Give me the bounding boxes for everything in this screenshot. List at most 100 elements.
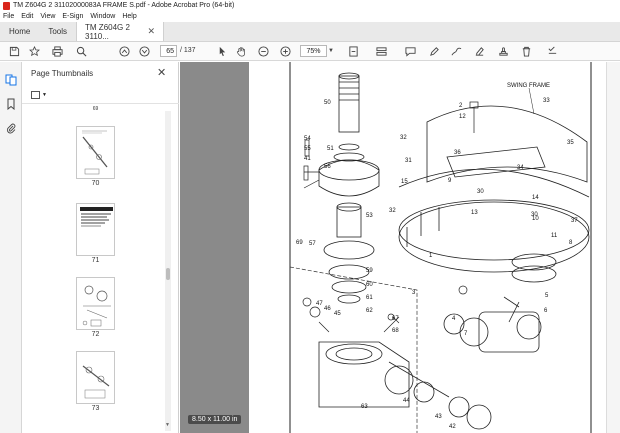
callout: 33 — [543, 98, 550, 104]
document-scrollbar[interactable] — [606, 62, 620, 433]
scroll-mode-icon[interactable] — [375, 45, 388, 58]
menu-help[interactable]: Help — [122, 13, 136, 20]
callout: 61 — [366, 295, 373, 301]
callout: 34 — [517, 165, 524, 171]
callout: 7 — [464, 331, 468, 337]
callout: 42 — [449, 424, 456, 430]
menu-file[interactable]: File — [3, 13, 14, 20]
callout: 44 — [403, 398, 410, 404]
tab-bar: Home Tools TM Z604G 2 3110... ✕ — [0, 22, 620, 42]
bookmark-star-icon[interactable] — [28, 45, 41, 58]
callout: 56 — [324, 164, 331, 170]
callout: 57 — [309, 241, 316, 247]
callout: 69 — [296, 240, 303, 246]
callout: 14 — [532, 195, 539, 201]
thumbnail-label-73: 73 — [91, 405, 100, 412]
left-navigation-rail — [0, 62, 22, 433]
callout: 2 — [459, 103, 463, 109]
thumbnail-label-69: 69 — [92, 106, 99, 112]
zoom-in-icon[interactable] — [279, 45, 292, 58]
callout: 3 — [412, 290, 416, 296]
page-thumbnails-panel: Page Thumbnails ✕ ▼ 69 70 71 72 73 ▼ — [22, 62, 179, 433]
callout: 59 — [366, 268, 373, 274]
swing-frame-label: SWING FRAME — [507, 83, 550, 89]
menu-view[interactable]: View — [40, 13, 55, 20]
menu-edit[interactable]: Edit — [21, 13, 33, 20]
zoom-dropdown-icon[interactable]: ▼ — [328, 48, 334, 54]
window-title: TM Z604G 2 31102000083A FRAME S.pdf - Ad… — [13, 2, 235, 9]
previous-page-icon[interactable] — [118, 45, 131, 58]
exploded-parts-diagram: SWING FRAME 50 54 55 41 51 56 15 53 57 6… — [289, 62, 592, 433]
callout: 37 — [571, 218, 578, 224]
hand-tool-icon[interactable] — [235, 45, 248, 58]
zoom-level-select[interactable]: 75% — [300, 45, 327, 57]
callout: 31 — [405, 158, 412, 164]
callout: 55 — [304, 146, 311, 152]
zoom-out-icon[interactable] — [257, 45, 270, 58]
callout: 67 — [392, 316, 399, 322]
callout: 47 — [316, 301, 323, 307]
menu-esign[interactable]: E-Sign — [62, 13, 83, 20]
highlight-pen-icon[interactable] — [428, 45, 441, 58]
save-icon[interactable] — [8, 45, 21, 58]
callout: 43 — [435, 414, 442, 420]
tab-document[interactable]: TM Z604G 2 3110... ✕ — [76, 22, 165, 41]
toolbar: 65 / 137 75% ▼ — [0, 42, 620, 61]
menu-window[interactable]: Window — [90, 13, 115, 20]
callout: 41 — [304, 156, 311, 162]
comment-icon[interactable] — [404, 45, 417, 58]
callout: 63 — [361, 404, 368, 410]
chevron-down-icon: ▼ — [42, 91, 47, 98]
more-tools-icon[interactable] — [546, 45, 559, 58]
thumbnail-page-70[interactable] — [76, 126, 115, 179]
fill-sign-icon[interactable] — [473, 45, 486, 58]
callout: 4 — [452, 316, 456, 322]
search-icon[interactable] — [75, 45, 88, 58]
acrobat-app-icon — [3, 1, 10, 10]
tab-document-label: TM Z604G 2 3110... — [85, 22, 130, 41]
callout: 6 — [544, 308, 548, 314]
page-size-indicator: 8.50 x 11.00 in — [188, 415, 242, 424]
options-menu-icon — [31, 90, 40, 99]
callout: 8 — [569, 240, 573, 246]
panel-divider — [22, 103, 179, 104]
fit-page-icon[interactable] — [347, 45, 360, 58]
close-tab-icon[interactable]: ✕ — [147, 26, 155, 37]
callout: 50 — [324, 100, 331, 106]
thumbnail-page-73[interactable] — [76, 351, 115, 404]
thumbnail-page-72[interactable] — [76, 277, 115, 330]
page-number-input[interactable]: 65 — [160, 45, 177, 57]
callout: 11 — [551, 233, 558, 239]
close-panel-icon[interactable]: ✕ — [157, 66, 166, 79]
callout: 53 — [366, 213, 373, 219]
callout: 30 — [477, 189, 484, 195]
callout: 35 — [567, 140, 574, 146]
thumbnail-options-button[interactable]: ▼ — [31, 89, 49, 100]
tab-home[interactable]: Home — [0, 22, 39, 41]
delete-icon[interactable] — [520, 45, 533, 58]
stamp-icon[interactable] — [497, 45, 510, 58]
callout: 68 — [392, 328, 399, 334]
callout: 32 — [400, 135, 407, 141]
pdf-page: SWING FRAME 50 54 55 41 51 56 15 53 57 6… — [249, 62, 604, 433]
bookmarks-icon[interactable] — [5, 98, 17, 111]
callout: 15 — [401, 179, 408, 185]
callout: 5 — [545, 293, 549, 299]
select-arrow-icon[interactable] — [216, 45, 229, 58]
next-page-icon[interactable] — [138, 45, 151, 58]
callout: 9 — [448, 178, 452, 184]
thumbnail-page-71[interactable] — [76, 203, 115, 256]
scroll-down-icon[interactable]: ▼ — [165, 422, 170, 428]
callout: 12 — [459, 114, 466, 120]
draw-icon[interactable] — [450, 45, 463, 58]
page-thumbnails-icon[interactable] — [5, 74, 17, 86]
attachments-icon[interactable] — [5, 122, 17, 134]
callout: 60 — [366, 282, 373, 288]
thumbnail-label-71: 71 — [91, 257, 100, 264]
thumbnail-scrollbar-thumb[interactable] — [166, 268, 170, 280]
tab-tools[interactable]: Tools — [39, 22, 76, 41]
print-icon[interactable] — [51, 45, 64, 58]
callout: 13 — [471, 210, 478, 216]
callout: 1 — [429, 253, 433, 259]
document-view[interactable]: SWING FRAME 50 54 55 41 51 56 15 53 57 6… — [180, 62, 620, 433]
